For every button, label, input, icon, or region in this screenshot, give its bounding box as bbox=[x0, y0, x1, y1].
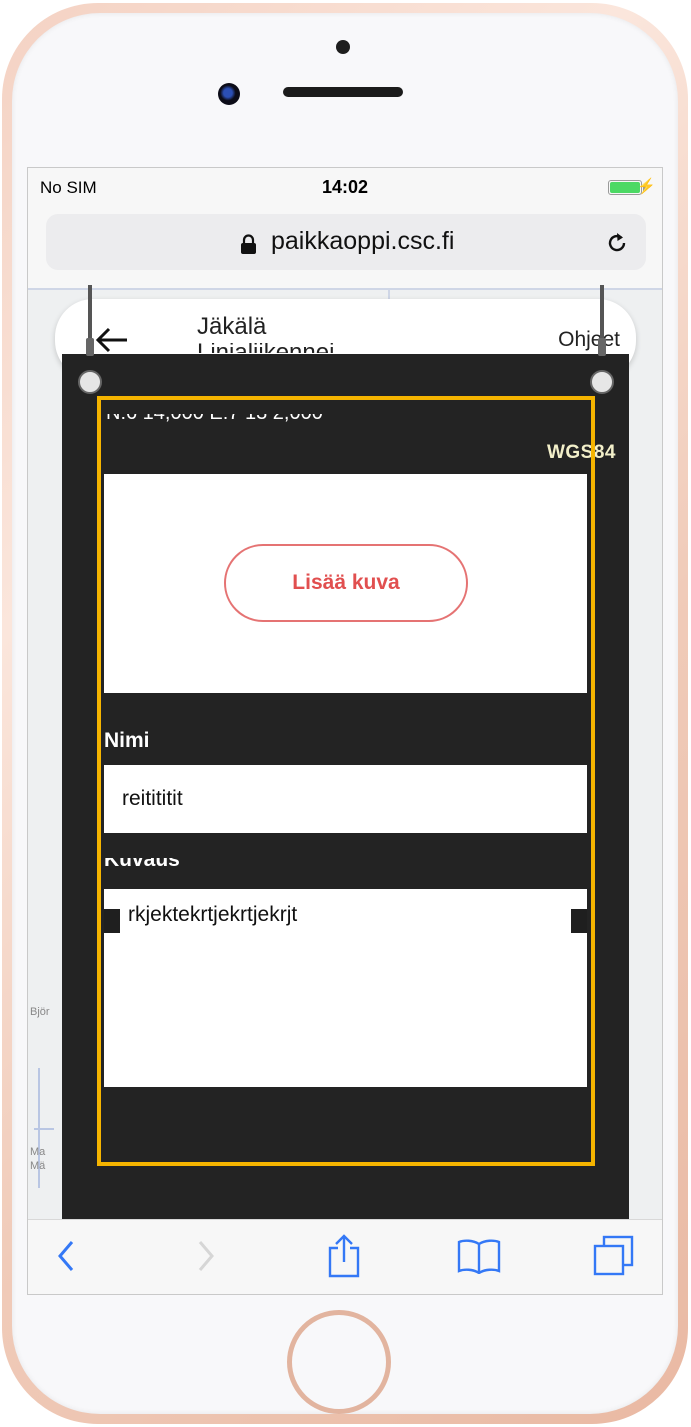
app-title-overflow: Linjaliikennei bbox=[197, 343, 417, 353]
url-text: paikkaoppi.csc.fi bbox=[271, 227, 455, 255]
back-icon[interactable] bbox=[56, 1238, 76, 1274]
back-arrow-icon[interactable] bbox=[95, 327, 129, 353]
proximity-sensor bbox=[336, 40, 350, 54]
browser-toolbar bbox=[28, 1219, 662, 1294]
map-place-label: Mä bbox=[30, 1160, 46, 1172]
earpiece-speaker bbox=[283, 87, 403, 97]
clock: 14:02 bbox=[321, 177, 369, 197]
front-camera bbox=[218, 83, 240, 105]
app-title-second-line: Linjaliikennei bbox=[197, 343, 334, 353]
bookmarks-icon[interactable] bbox=[456, 1238, 502, 1274]
app-title: Jäkälä bbox=[197, 313, 267, 340]
share-icon[interactable] bbox=[326, 1234, 362, 1278]
map-place-label: Ma bbox=[30, 1146, 46, 1158]
url-field[interactable]: paikkaoppi.csc.fi bbox=[46, 214, 646, 270]
phone-screen: No SIM 14:02 ⚡ paikkaoppi.csc.fi Björ Ma… bbox=[27, 167, 663, 1295]
highlight-frame bbox=[97, 396, 595, 1166]
home-button[interactable] bbox=[287, 1310, 391, 1414]
help-link[interactable]: Ohjeet bbox=[558, 328, 620, 352]
status-bar: No SIM 14:02 ⚡ bbox=[28, 168, 662, 208]
charging-icon: ⚡ bbox=[637, 178, 656, 195]
reload-icon[interactable] bbox=[604, 230, 630, 256]
map-place-label: Björ bbox=[30, 1006, 50, 1018]
hanger-cap-right bbox=[598, 338, 606, 356]
hanger-pin-left bbox=[78, 370, 102, 394]
hanger-cap-left bbox=[86, 338, 94, 356]
lock-icon bbox=[241, 234, 256, 254]
forward-icon[interactable] bbox=[196, 1238, 216, 1274]
tabs-icon[interactable] bbox=[592, 1234, 636, 1278]
hanger-pin-right bbox=[590, 370, 614, 394]
browser-address-bar: paikkaoppi.csc.fi bbox=[28, 208, 662, 288]
